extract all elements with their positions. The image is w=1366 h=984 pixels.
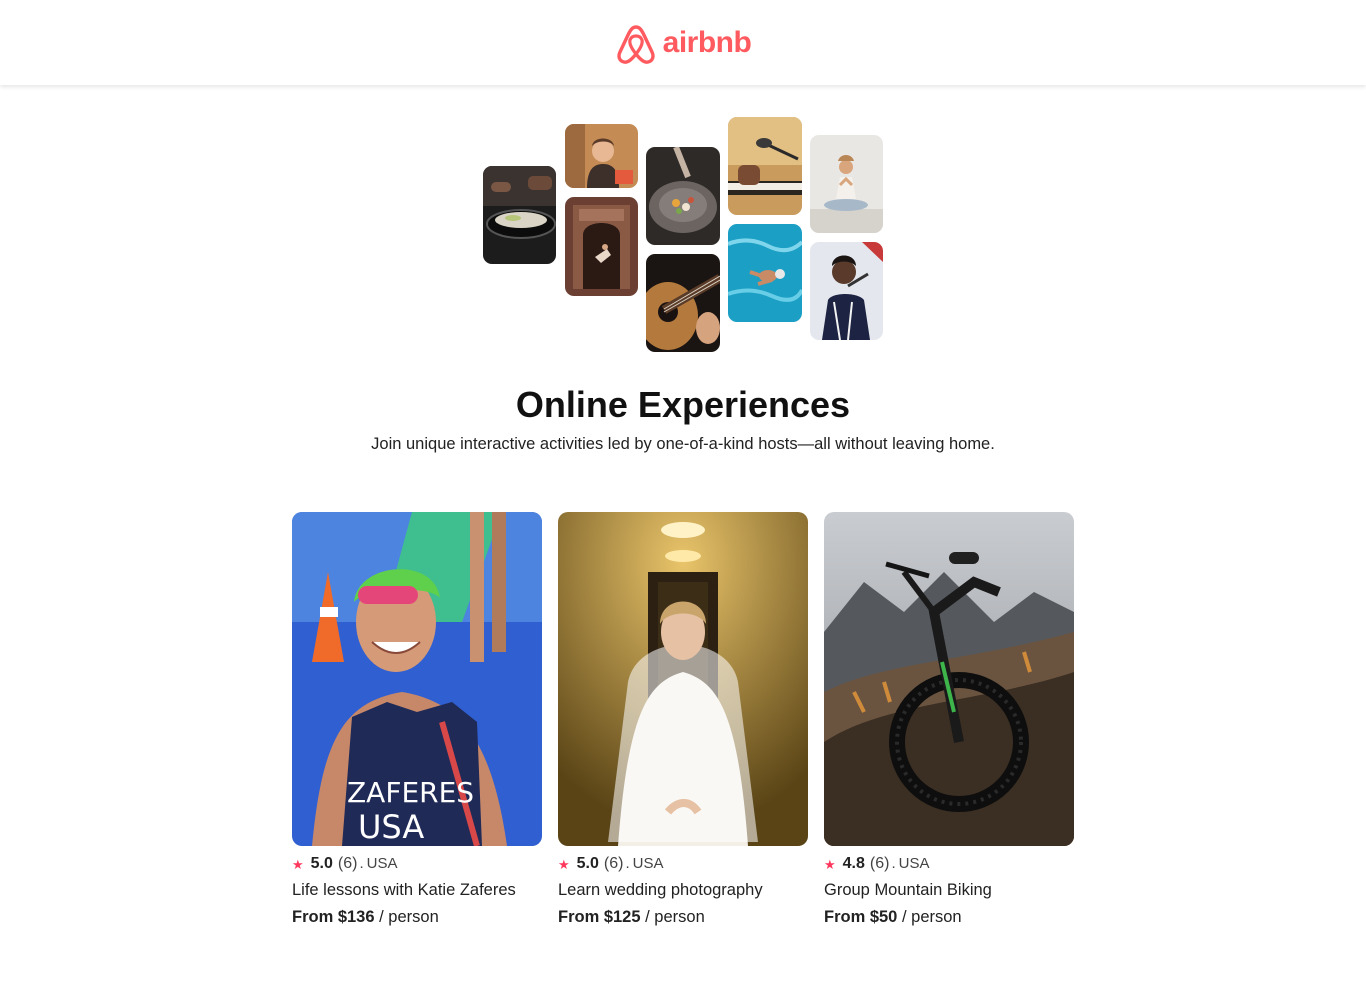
card-rating-row: ★ 5.0 (6) . USA [292, 855, 542, 873]
card-price-unit: / person [901, 908, 962, 926]
mountain-bike-photo[interactable] [824, 512, 1074, 846]
acoustic-guitar-photo [646, 254, 720, 352]
plated-dish-photo [646, 147, 720, 245]
card-price: From $50 / person [824, 908, 1074, 927]
card-review-count: (6) [603, 855, 624, 872]
card-title[interactable]: Group Mountain Biking [824, 881, 1074, 900]
star-icon: ★ [558, 857, 570, 872]
card-country: USA [898, 855, 930, 872]
svg-text:USA: USA [358, 808, 424, 846]
card-country: USA [632, 855, 664, 872]
experience-card[interactable]: ZAFERES USA ★ 5.0 (6) . USA Life lessons… [292, 512, 542, 927]
page-subtitle: Join unique interactive activities led b… [371, 435, 995, 453]
star-icon: ★ [824, 857, 836, 872]
microphone-keyboard-photo [728, 117, 802, 215]
top-header: airbnb [0, 0, 1366, 85]
woman-host-photo [565, 124, 638, 188]
card-rating: 5.0 [310, 855, 333, 872]
airbnb-belo-icon [617, 24, 655, 64]
card-separator: . [891, 855, 896, 872]
card-title[interactable]: Learn wedding photography [558, 881, 808, 900]
svg-text:ZAFERES: ZAFERES [347, 776, 474, 809]
card-rating-row: ★ 5.0 (6) . USA [558, 855, 808, 873]
card-price: From $136 / person [292, 908, 542, 927]
experience-card[interactable]: ★ 4.8 (6) . USA Group Mountain Biking Fr… [824, 512, 1074, 927]
card-separator: . [359, 855, 364, 872]
card-price-amount: From $50 [824, 908, 898, 926]
card-price-unit: / person [379, 908, 439, 926]
cooking-pan-photo [483, 166, 556, 264]
star-icon: ★ [292, 857, 304, 872]
experience-card[interactable]: ★ 5.0 (6) . USA Learn wedding photograph… [558, 512, 808, 927]
card-price-amount: From $136 [292, 908, 375, 926]
card-price: From $125 / person [558, 908, 808, 927]
card-title[interactable]: Life lessons with Katie Zaferes [292, 881, 542, 900]
singer-performer-photo [810, 242, 883, 340]
card-rating: 5.0 [576, 855, 599, 872]
yoga-meditation-photo [810, 135, 883, 233]
card-country: USA [366, 855, 398, 872]
card-review-count: (6) [869, 855, 890, 872]
bride-hallway-photo[interactable] [558, 512, 808, 846]
card-review-count: (6) [337, 855, 358, 872]
triathlete-photo[interactable]: ZAFERES USA [292, 512, 542, 846]
card-price-unit: / person [645, 908, 705, 926]
card-rating-row: ★ 4.8 (6) . USA [824, 855, 1074, 873]
card-separator: . [625, 855, 630, 872]
ornate-doorway-dancer-photo [565, 197, 638, 296]
card-rating: 4.8 [842, 855, 865, 872]
card-price-amount: From $125 [558, 908, 641, 926]
swimmer-pool-photo [728, 224, 802, 322]
page-title: Online Experiences [515, 384, 851, 425]
airbnb-logo[interactable]: airbnb [615, 21, 752, 65]
brand-wordmark: airbnb [662, 25, 752, 59]
